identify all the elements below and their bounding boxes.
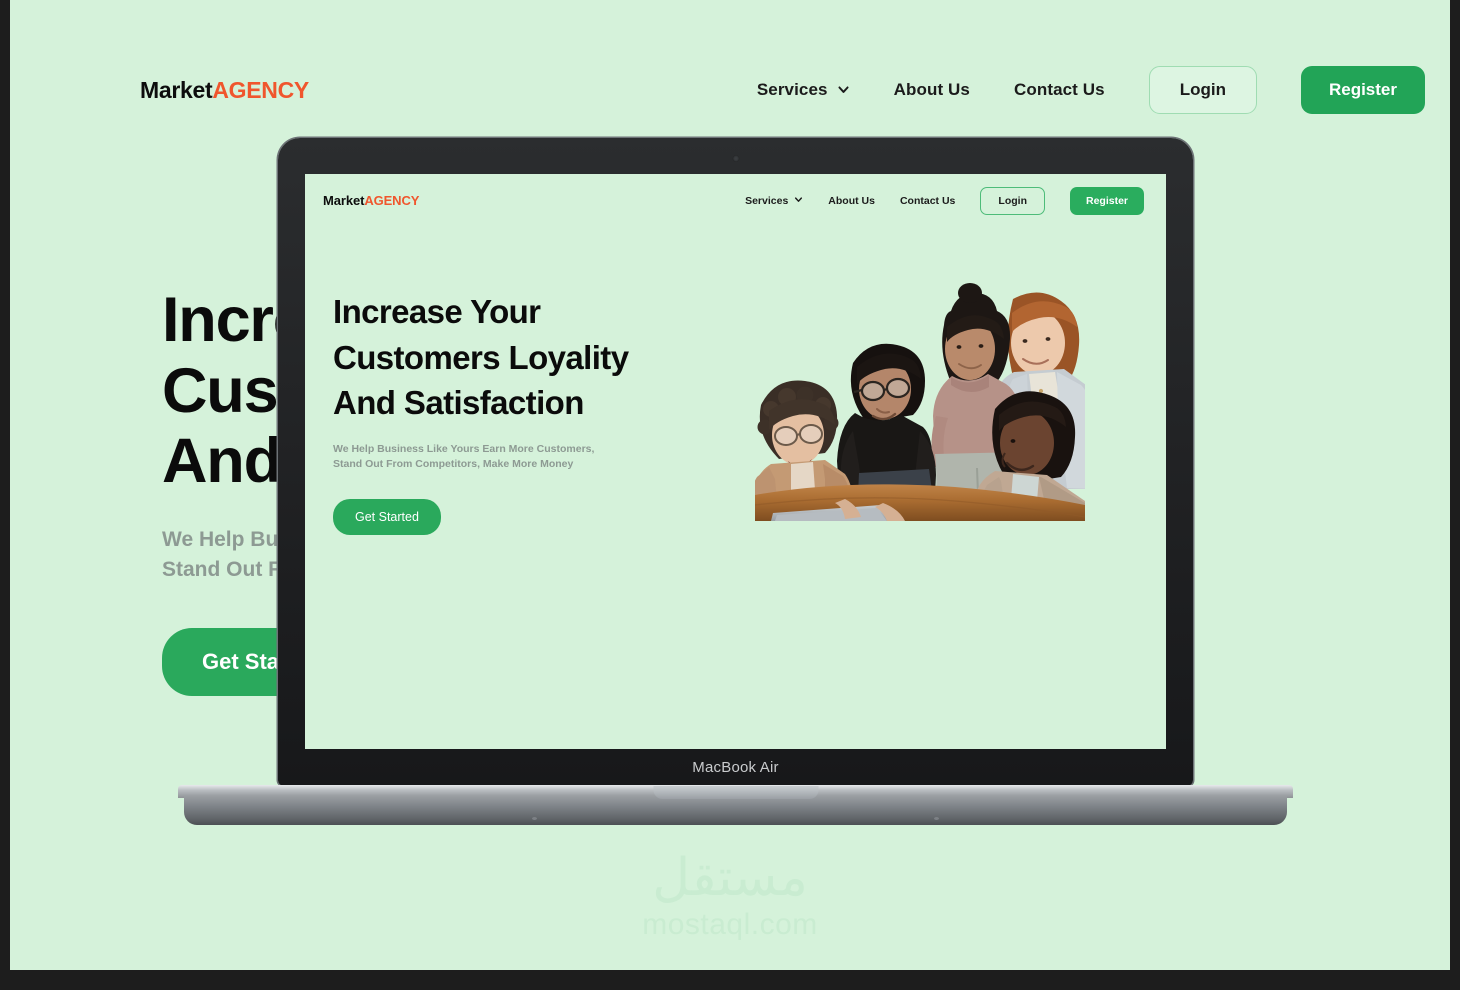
screen-hero: Increase Your Customers Loyality And Sat… [305,227,1166,536]
screen-get-started-button[interactable]: Get Started [333,499,441,536]
screen-nav-item-about-us-label: About Us [828,194,875,207]
screen-logo-accent-text: AGENCY [364,193,420,208]
team-photo [755,281,1085,521]
screen-hero-subtext: We Help Business Like Yours Earn More Cu… [333,442,723,474]
screen-nav-item-contact-us[interactable]: Contact Us [900,195,955,207]
screen-nav-item-contact-us-label: Contact Us [899,194,956,207]
screen-nav-item-services-label: Services [745,194,789,207]
screenshot-frame: MarketAGENCY Services About Us Contact U… [0,0,1460,990]
screen-register-button[interactable]: Register [1069,186,1144,215]
watermark-latin-text: mostaql.com [642,908,818,941]
screen-nav-links: Services About Us Contact Us Login Regis… [745,186,1144,215]
nav-item-contact-us-label: Contact Us [1013,80,1105,99]
laptop-foot-left [532,817,537,820]
screen-headline-line-2: Customers Loyality [333,338,629,376]
nav-item-services-label: Services [756,80,828,99]
background-nav-links: Services About Us Contact Us Login Regis… [757,66,1425,114]
nav-item-about-us[interactable]: About Us [894,80,970,100]
screen-login-button[interactable]: Login [980,186,1045,215]
chevron-down-icon [837,83,850,96]
nav-item-services[interactable]: Services [757,80,850,100]
screen-hero-image [755,281,1085,521]
register-button[interactable]: Register [1300,66,1425,114]
macbook-air-mockup: MarketAGENCY Services About Us Contact U… [178,138,1293,827]
screen-nav-item-about-us[interactable]: About Us [828,195,875,207]
nav-item-about-us-label: About Us [893,80,970,99]
laptop-base [178,785,1293,827]
laptop-screen: MarketAGENCY Services About Us Contact U… [305,174,1166,749]
screen-hero-headline: Increase Your Customers Loyality And Sat… [333,289,723,426]
screen-chevron-down-icon [794,195,803,204]
nav-item-contact-us[interactable]: Contact Us [1014,80,1105,100]
logo-accent-text: AGENCY [212,76,309,103]
logo-primary-text: Market [140,76,213,103]
screen-logo[interactable]: MarketAGENCY [323,193,419,208]
watermark-arabic-text: مستقل [652,848,808,908]
laptop-base-notch [653,786,818,799]
laptop-lid: MarketAGENCY Services About Us Contact U… [278,138,1193,786]
screen-navbar: MarketAGENCY Services About Us Contact U… [305,174,1166,227]
webcam-dot-icon [732,155,739,162]
login-button[interactable]: Login [1148,66,1257,114]
page-canvas: MarketAGENCY Services About Us Contact U… [10,0,1450,970]
watermark: مستقل mostaql.com [580,852,880,942]
laptop-foot-right [934,817,939,820]
screen-subtext-line-1: We Help Business Like Yours Earn More Cu… [333,442,595,455]
screen-subtext-line-2: Stand Out From Competitors, Make More Mo… [333,458,574,471]
background-logo[interactable]: MarketAGENCY [140,77,309,104]
background-navbar: MarketAGENCY Services About Us Contact U… [10,55,1450,125]
screen-logo-primary-text: Market [323,193,365,208]
laptop-model-label: MacBook Air [692,759,779,776]
screen-nav-item-services[interactable]: Services [745,195,803,207]
screen-hero-text-column: Increase Your Customers Loyality And Sat… [333,281,723,536]
screen-headline-line-3: And Satisfaction [333,384,584,422]
screen-headline-line-1: Increase Your [333,293,541,330]
laptop-base-body [184,796,1287,825]
